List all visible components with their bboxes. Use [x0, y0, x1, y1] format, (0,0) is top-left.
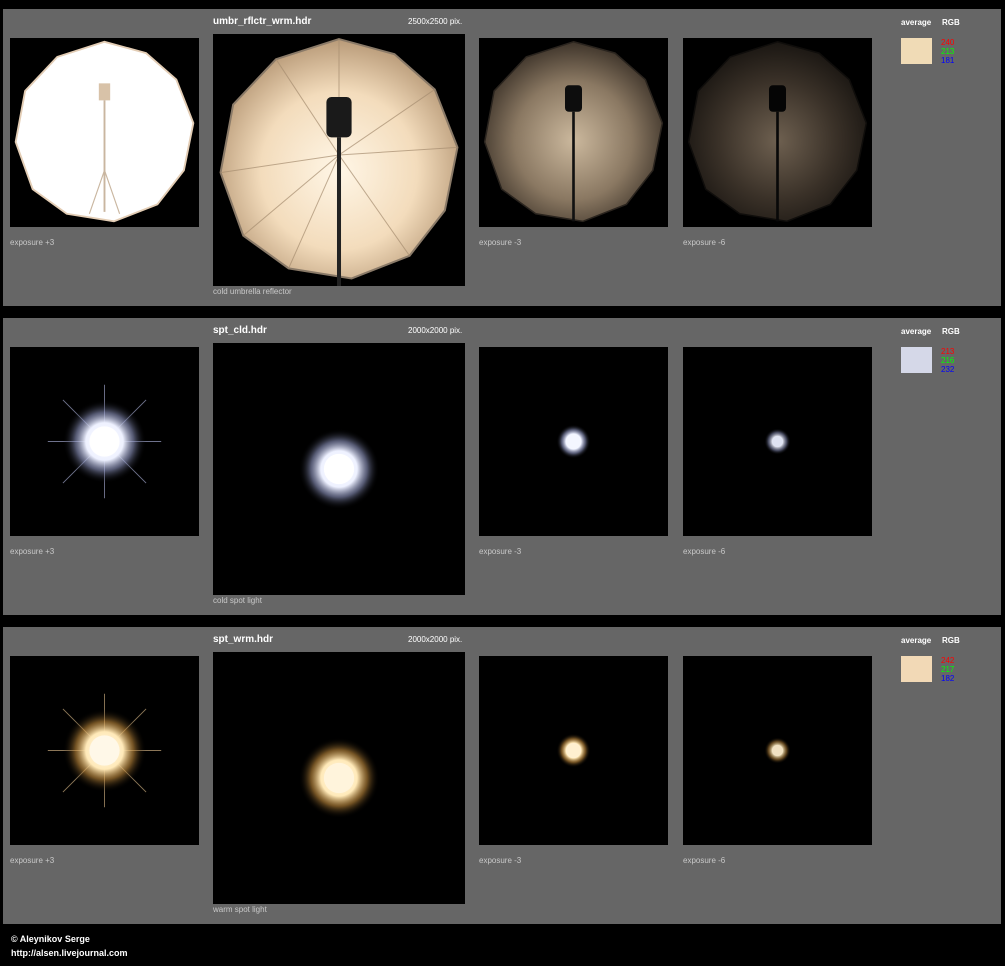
panel-cold-spot: spt_cld.hdr 2000x2000 pix. average RGB 2… — [3, 318, 1001, 615]
preview-exposure-minus-6 — [683, 38, 872, 227]
copyright-text: © Aleynikov Serge — [11, 934, 90, 944]
preview-exposure-minus-3 — [479, 347, 668, 536]
average-label: average — [901, 18, 932, 27]
resolution-label: 2000x2000 pix. — [408, 635, 463, 644]
preview-exposure-minus-6 — [683, 347, 872, 536]
caption-exposure-plus-3: exposure +3 — [10, 547, 55, 556]
preview-exposure-plus-3 — [10, 347, 199, 536]
caption-exposure-minus-3: exposure -3 — [479, 856, 522, 865]
author-url[interactable]: http://alsen.livejournal.com — [11, 948, 128, 958]
resolution-label: 2500x2500 pix. — [408, 17, 463, 26]
average-label: average — [901, 636, 932, 645]
rgb-label: RGB — [942, 327, 960, 336]
preview-exposure-minus-3 — [479, 38, 668, 227]
rgb-label: RGB — [942, 636, 960, 645]
preview-main — [213, 652, 465, 904]
caption-exposure-plus-3: exposure +3 — [10, 856, 55, 865]
preview-exposure-minus-6 — [683, 656, 872, 845]
file-title: spt_wrm.hdr — [213, 634, 274, 645]
caption-exposure-minus-3: exposure -3 — [479, 238, 522, 247]
caption-exposure-plus-3: exposure +3 — [10, 238, 55, 247]
file-title: umbr_rflctr_wrm.hdr — [213, 16, 312, 27]
panel-umbrella-reflector: umbr_rflctr_wrm.hdr 2500x2500 pix. avera… — [3, 9, 1001, 306]
preview-main — [213, 343, 465, 595]
average-color-swatch — [901, 38, 932, 64]
caption-exposure-minus-3: exposure -3 — [479, 547, 522, 556]
caption-description: warm spot light — [213, 905, 267, 914]
caption-exposure-minus-6: exposure -6 — [683, 238, 726, 247]
blue-value: 232 — [941, 365, 955, 374]
caption-description: cold umbrella reflector — [213, 287, 292, 296]
preview-exposure-minus-3 — [479, 656, 668, 845]
caption-exposure-minus-6: exposure -6 — [683, 547, 726, 556]
average-label: average — [901, 327, 932, 336]
caption-exposure-minus-6: exposure -6 — [683, 856, 726, 865]
blue-value: 181 — [941, 56, 955, 65]
average-color-swatch — [901, 656, 932, 682]
average-color-swatch — [901, 347, 932, 373]
blue-value: 182 — [941, 674, 955, 683]
rgb-label: RGB — [942, 18, 960, 27]
panel-warm-spot: spt_wrm.hdr 2000x2000 pix. average RGB 2… — [3, 627, 1001, 924]
caption-description: cold spot light — [213, 596, 262, 605]
resolution-label: 2000x2000 pix. — [408, 326, 463, 335]
preview-exposure-plus-3 — [10, 38, 199, 227]
file-title: spt_cld.hdr — [213, 325, 267, 336]
preview-main — [213, 34, 465, 286]
preview-exposure-plus-3 — [10, 656, 199, 845]
